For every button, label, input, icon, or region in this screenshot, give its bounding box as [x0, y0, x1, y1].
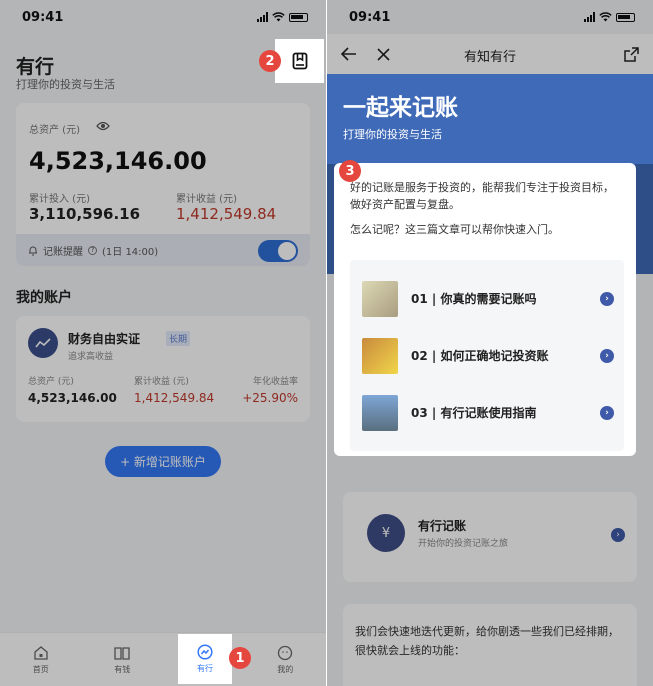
battery-icon: [616, 12, 635, 22]
page-title: 有行: [16, 56, 55, 78]
lightbulb-thumb-icon: [362, 337, 398, 374]
account-total-value: 4,523,146.00: [28, 391, 117, 405]
account-chart-icon: [28, 328, 58, 358]
step-badge-3: 3: [339, 160, 361, 182]
bell-icon: [29, 246, 37, 255]
add-account-button[interactable]: + 新增记账账户: [105, 446, 221, 477]
nav-bar: 有知有行: [327, 34, 653, 74]
tab-home-label: 首页: [32, 664, 49, 674]
status-icons-right: [584, 12, 635, 22]
profit-value: 1,412,549.84: [176, 205, 277, 223]
signal-icon: [257, 12, 268, 22]
tab-money-label: 有钱: [114, 664, 131, 674]
tab-bar: 首页 有钱 有行 我的: [0, 632, 326, 686]
total-asset-label: 总资产 (元): [29, 125, 80, 136]
asset-card[interactable]: 总资产 (元) 4,523,146.00 累计投入 (元) 3,110,596.…: [16, 103, 310, 266]
trend-circle-icon: [197, 644, 213, 660]
step-badge-2: 2: [259, 50, 281, 72]
reminder-time: (1日 14:00): [102, 246, 159, 258]
banner-subtitle-hi: 打理你的投资与生活: [343, 128, 442, 141]
tab-youxing-active[interactable]: 有行: [178, 634, 232, 684]
update-card: 我们会快速地迭代更新，给你剧透一些我们已经排期，很快就会上线的功能：: [343, 604, 637, 686]
banner-title-hi: 一起来记账: [343, 95, 458, 121]
account-profit-label: 累计收益 (元): [134, 377, 189, 387]
tab-money[interactable]: 有钱: [82, 633, 164, 686]
home-icon: [34, 645, 48, 660]
record-sub: 开始你的投资记账之旅: [418, 539, 509, 549]
tower-thumb-icon: [362, 394, 398, 431]
reminder-toggle[interactable]: [258, 240, 298, 262]
tab-mine-label: 我的: [277, 664, 294, 674]
right-screen: 09:41 有知有行 一起来记账 打理你的投资与生活 ¥ 有行记账 开始你的投资…: [327, 0, 653, 686]
yen-icon: ¥: [367, 514, 405, 552]
total-asset-value: 4,523,146.00: [29, 147, 207, 175]
status-bar-right: 09:41: [327, 0, 653, 34]
left-screen: 09:41 有行 打理你的投资与生活 总资产 (元) 4,523,146.00 …: [0, 0, 326, 686]
help-icon[interactable]: ?: [88, 245, 97, 255]
chevron-right-icon: ›: [600, 291, 614, 306]
reminder-label: 记账提醒: [43, 246, 83, 258]
page-subtitle: 打理你的投资与生活: [16, 78, 115, 91]
nav-title: 有知有行: [463, 50, 516, 65]
article-title-3: 03 | 有行记账使用指南: [411, 406, 537, 420]
status-time: 09:41: [22, 9, 64, 25]
article-title-1: 01 | 你真的需要记账吗: [411, 292, 537, 306]
article-item-2[interactable]: 02 | 如何正确地记投资账 ›: [350, 327, 624, 384]
banner-highlight: 一起来记账 打理你的投资与生活: [327, 74, 653, 164]
status-icons: [257, 12, 308, 22]
account-name: 财务自由实证: [68, 332, 141, 346]
tab-mine[interactable]: 我的: [245, 633, 327, 686]
account-rate-value: +25.90%: [242, 391, 298, 405]
record-title: 有行记账: [418, 519, 467, 533]
article-list: 01 | 你真的需要记账吗 › 02 | 如何正确地记投资账 › 03 | 有行…: [350, 260, 624, 451]
eye-icon[interactable]: [96, 121, 110, 131]
accounts-title: 我的账户: [16, 290, 72, 306]
wifi-icon: [599, 12, 612, 22]
battery-icon: [289, 12, 308, 22]
account-total-label: 总资产 (元): [28, 377, 74, 387]
tab-home[interactable]: 首页: [0, 633, 82, 686]
book-open-icon: [114, 646, 130, 660]
chevron-right-icon: ›: [600, 405, 614, 420]
account-desc: 追求高收益: [68, 352, 114, 362]
intro-text-2: 怎么记呢？这三篇文章可以帮你快速入门。: [350, 223, 559, 236]
account-card[interactable]: 财务自由实证 长期 追求高收益 总资产 (元) 4,523,146.00 累计收…: [16, 316, 310, 422]
bookmark-book-icon: [292, 52, 307, 70]
tab-youxing-label: 有行: [197, 664, 213, 673]
guide-panel: 好的记账是服务于投资的，能帮我们专注于投资目标，做好资产配置与复盘。 怎么记呢？…: [334, 163, 636, 456]
record-chevron-icon: ›: [611, 528, 625, 542]
account-tag: 长期: [166, 331, 191, 346]
record-card[interactable]: ¥ 有行记账 开始你的投资记账之旅 ›: [343, 492, 637, 582]
step-badge-1: 1: [229, 647, 251, 669]
article-item-1[interactable]: 01 | 你真的需要记账吗 ›: [350, 270, 624, 327]
notebook-thumb-icon: [362, 280, 398, 317]
smile-icon: [278, 645, 293, 660]
wifi-icon: [272, 12, 285, 22]
intro-text-1: 好的记账是服务于投资的，能帮我们专注于投资目标，做好资产配置与复盘。: [350, 181, 614, 211]
invest-label: 累计投入 (元): [29, 194, 90, 205]
signal-icon: [584, 12, 595, 22]
bookkeeping-button[interactable]: [275, 39, 324, 83]
profit-label: 累计收益 (元): [176, 194, 237, 205]
article-item-3[interactable]: 03 | 有行记账使用指南 ›: [350, 384, 624, 441]
chevron-right-icon: ›: [600, 348, 614, 363]
status-bar: 09:41: [0, 0, 326, 34]
invest-value: 3,110,596.16: [29, 205, 141, 223]
update-text: 我们会快速地迭代更新，给你剧透一些我们已经排期，很快就会上线的功能：: [355, 625, 619, 657]
account-profit-value: 1,412,549.84: [134, 391, 215, 405]
reminder-bar: 记账提醒 ? (1日 14:00): [16, 234, 310, 266]
status-time-right: 09:41: [349, 9, 391, 25]
article-title-2: 02 | 如何正确地记投资账: [411, 349, 549, 363]
account-rate-label: 年化收益率: [252, 377, 298, 387]
